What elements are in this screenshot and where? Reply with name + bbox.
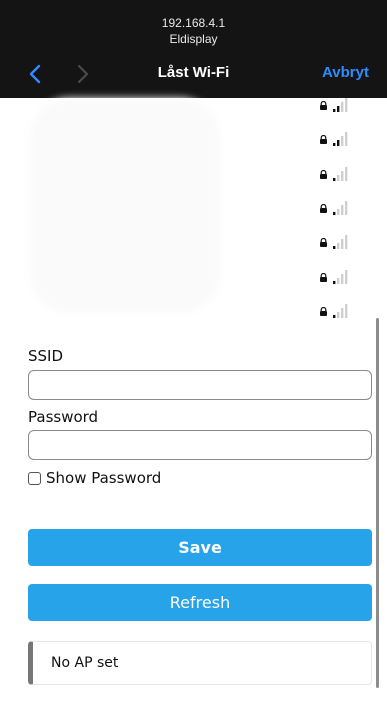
password-input[interactable] [28,430,372,460]
password-label: Password [28,408,99,426]
refresh-button[interactable]: Refresh [28,584,372,621]
wifi-signal-icon [333,98,348,112]
wifi-signal-icon [333,304,348,318]
wifi-signal-icon [333,201,348,215]
network-row[interactable] [319,98,359,112]
wifi-signal-icon [333,270,348,284]
network-row[interactable] [319,235,359,249]
show-password-toggle[interactable]: Show Password [28,469,161,487]
browser-header: 192.168.4.1 Eldisplay Låst Wi-Fi Avbryt [0,0,387,98]
redacted-network-names [30,98,220,313]
wifi-signal-icon [333,235,348,249]
save-button[interactable]: Save [28,529,372,566]
network-row[interactable] [319,304,359,318]
wifi-signal-icon [333,167,348,181]
lock-icon [320,170,327,179]
lock-icon [320,204,327,213]
network-row[interactable] [319,270,359,284]
scrollbar[interactable] [376,318,379,688]
page-name: Eldisplay [169,32,218,46]
nav-bar: Låst Wi-Fi Avbryt [0,58,387,90]
show-password-label: Show Password [46,469,162,487]
network-list [0,98,387,320]
ssid-input[interactable] [28,370,372,400]
lock-icon [320,101,327,110]
show-password-checkbox[interactable] [28,471,41,485]
status-text: No AP set [51,655,119,671]
lock-icon [320,307,327,316]
lock-icon [320,135,327,144]
status-message: No AP set [28,641,372,685]
lock-icon [320,273,327,282]
network-row[interactable] [319,167,359,181]
network-row[interactable] [319,132,359,146]
url-text[interactable]: 192.168.4.1 [0,16,387,30]
wifi-signal-icon [333,132,348,146]
network-row[interactable] [319,201,359,215]
lock-icon [320,238,327,247]
cancel-button[interactable]: Avbryt [322,64,369,81]
ssid-label: SSID [28,347,64,365]
